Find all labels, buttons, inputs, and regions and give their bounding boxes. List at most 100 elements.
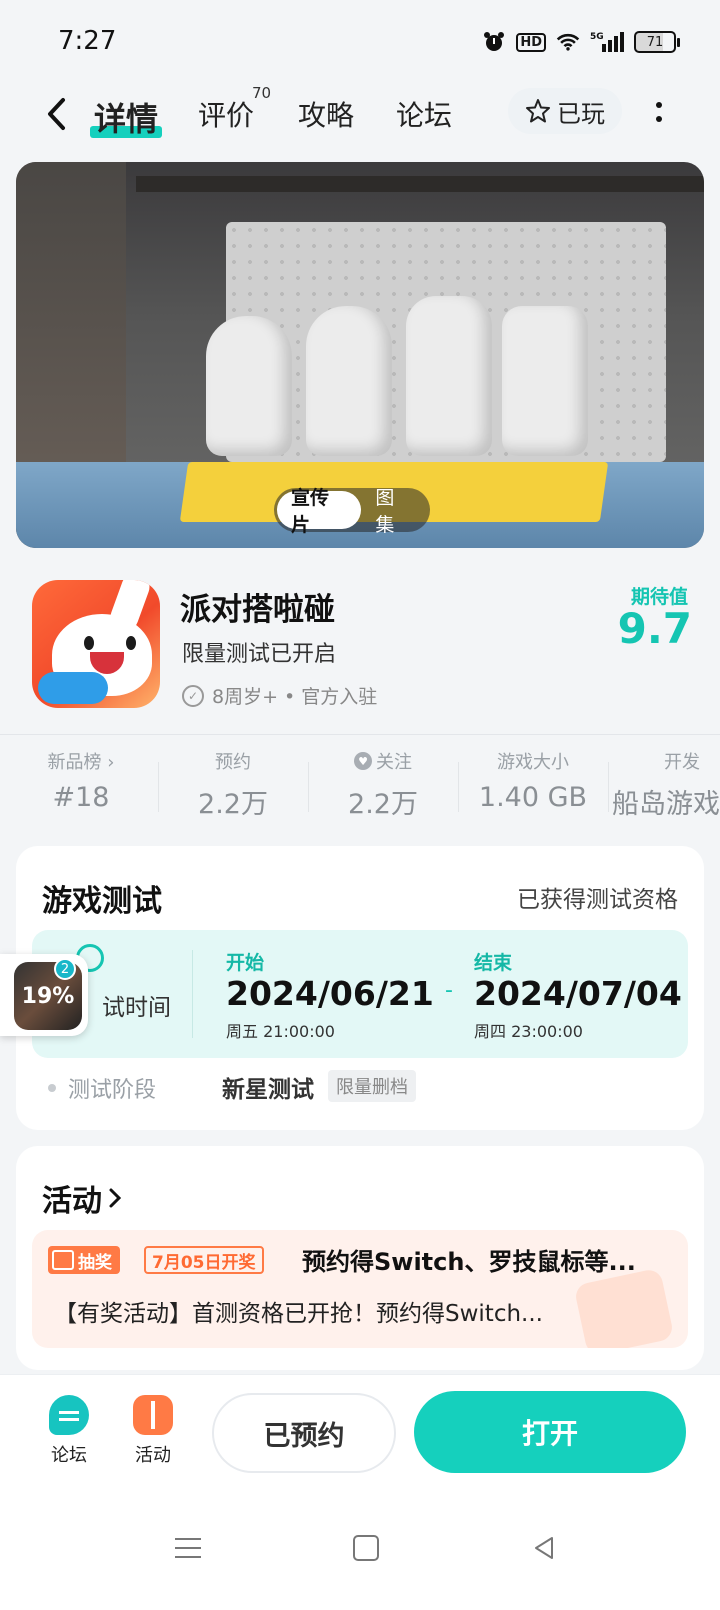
hd-icon: HD bbox=[516, 32, 546, 52]
alarm-icon bbox=[482, 30, 506, 54]
stat-reserve: 预约 2.2万 bbox=[158, 748, 308, 821]
tab-guide[interactable]: 攻略 bbox=[298, 94, 354, 134]
start-label: 开始 bbox=[226, 952, 265, 974]
more-button[interactable] bbox=[644, 92, 674, 132]
stat-follow-value: 2.2万 bbox=[348, 789, 418, 820]
toggle-gallery[interactable]: 图集 bbox=[361, 487, 427, 536]
test-title: 游戏测试 bbox=[42, 884, 162, 919]
triangle-back-icon bbox=[535, 1537, 553, 1559]
stat-reserve-value: 2.2万 bbox=[198, 789, 268, 820]
bottom-action-bar: 论坛 活动 已预约 打开 bbox=[0, 1374, 720, 1490]
stat-follow[interactable]: ♥ 关注 2.2万 bbox=[308, 748, 458, 821]
stat-reserve-label: 预约 bbox=[215, 752, 251, 773]
toggle-video[interactable]: 宣传片 bbox=[277, 487, 362, 536]
stat-developer-value: 船岛游戏 bbox=[612, 789, 720, 820]
phase-label: 测试阶段 bbox=[68, 1078, 157, 1103]
menu-icon bbox=[175, 1538, 201, 1540]
status-time: 7:27 bbox=[58, 26, 117, 56]
back-button[interactable] bbox=[36, 92, 76, 136]
media-banner[interactable]: 宣传片 图集 bbox=[16, 162, 704, 548]
test-qualification: 已获得测试资格 bbox=[517, 887, 678, 913]
stat-developer-label: 开发 bbox=[664, 752, 700, 773]
forum-button[interactable]: 论坛 bbox=[34, 1395, 104, 1467]
tab-forum[interactable]: 论坛 bbox=[396, 94, 452, 134]
game-test-card: 游戏测试 已获得测试资格 试时间 开始 2024/06/21 周五 21:00:… bbox=[16, 846, 704, 1130]
test-time-label: 试时间 bbox=[102, 995, 171, 1021]
home-button[interactable] bbox=[346, 1528, 386, 1568]
tab-detail-label: 详情 bbox=[94, 100, 159, 138]
open-button[interactable]: 打开 bbox=[414, 1391, 686, 1473]
download-count-badge: 2 bbox=[54, 958, 76, 980]
review-count-badge: 70 bbox=[252, 84, 272, 102]
nav-back-button[interactable] bbox=[524, 1528, 564, 1568]
stat-size: 游戏大小 1.40 GB bbox=[458, 748, 608, 813]
activity-title[interactable]: 活动 bbox=[42, 1176, 122, 1220]
start-date: 2024/06/21 bbox=[226, 974, 434, 1013]
activity-title-label: 活动 bbox=[42, 1184, 102, 1219]
game-subtitle: 限量测试已开启 bbox=[182, 642, 337, 667]
expect-score: 9.7 bbox=[617, 604, 692, 653]
header-nav: 详情 评价 70 攻略 论坛 已玩 bbox=[0, 80, 720, 150]
chevron-left-icon bbox=[48, 98, 65, 130]
activity-description: 【有奖活动】首测资格已开抢！预约得Switch... bbox=[54, 1301, 543, 1327]
stat-follow-label: 关注 bbox=[376, 752, 412, 773]
more-icon bbox=[656, 102, 662, 108]
played-label: 已玩 bbox=[557, 99, 605, 128]
end-date: 2024/07/04 bbox=[474, 974, 682, 1013]
game-meta-text: 8周岁+ • 官方入驻 bbox=[212, 686, 378, 708]
activity-item[interactable]: 抽奖 7月05日开奖 预约得Switch、罗技鼠标等... 【有奖活动】首测资格… bbox=[32, 1230, 688, 1348]
phase-tag: 限量删档 bbox=[328, 1070, 416, 1102]
start-time: 周五 21:00:00 bbox=[226, 1022, 335, 1041]
tab-review-label: 评价 bbox=[198, 99, 255, 132]
heart-icon: ♥ bbox=[354, 752, 372, 770]
game-title: 派对搭啦碰 bbox=[180, 592, 335, 628]
recent-apps-button[interactable] bbox=[168, 1528, 208, 1568]
status-bar: 7:27 HD 5G 71 bbox=[0, 0, 720, 80]
signal-icon: 5G bbox=[590, 30, 624, 54]
stat-rank-value: #18 bbox=[52, 782, 110, 813]
star-icon bbox=[526, 99, 550, 123]
chevron-right-icon bbox=[109, 1188, 122, 1208]
figure-image bbox=[406, 296, 492, 456]
game-icon bbox=[32, 580, 160, 708]
stat-size-value: 1.40 GB bbox=[478, 782, 588, 813]
tab-detail[interactable]: 详情 bbox=[90, 94, 163, 140]
forum-label: 论坛 bbox=[51, 1445, 87, 1466]
figure-image bbox=[306, 306, 392, 456]
played-button[interactable]: 已玩 bbox=[508, 88, 622, 134]
end-time: 周四 23:00:00 bbox=[474, 1022, 583, 1041]
stat-rank-label: 新品榜 › bbox=[47, 752, 115, 773]
reserved-button[interactable]: 已预约 bbox=[212, 1393, 396, 1473]
phase-dot bbox=[48, 1084, 56, 1092]
check-circle-icon: ✓ bbox=[182, 684, 204, 707]
system-nav-bar bbox=[0, 1490, 720, 1610]
activity-headline: 预约得Switch、罗技鼠标等... bbox=[302, 1248, 636, 1276]
network-label: 5G bbox=[590, 32, 604, 42]
stat-rank[interactable]: 新品榜 › #18 bbox=[6, 748, 156, 813]
gift-icon bbox=[133, 1395, 173, 1435]
phase-value: 新星测试 bbox=[222, 1077, 314, 1103]
test-time-box: 试时间 开始 2024/06/21 周五 21:00:00 - 结束 2024/… bbox=[32, 930, 688, 1058]
divider bbox=[0, 734, 720, 735]
wifi-icon bbox=[556, 30, 580, 54]
figure-image bbox=[206, 316, 292, 456]
activity-card: 活动 抽奖 7月05日开奖 预约得Switch、罗技鼠标等... 【有奖活动】首… bbox=[16, 1146, 704, 1370]
gift-icon bbox=[52, 1250, 74, 1270]
floating-download-widget[interactable]: 19% 2 bbox=[0, 954, 88, 1036]
date-separator: - bbox=[445, 978, 453, 1003]
battery-level: 71 bbox=[634, 31, 676, 53]
chat-bubble-icon bbox=[49, 1395, 89, 1435]
lottery-tag: 抽奖 bbox=[48, 1246, 120, 1274]
activity-button[interactable]: 活动 bbox=[118, 1395, 188, 1467]
tab-review[interactable]: 评价 70 bbox=[198, 84, 271, 134]
figure-image bbox=[502, 306, 588, 456]
draw-date-tag: 7月05日开奖 bbox=[144, 1246, 264, 1274]
stats-row: 新品榜 › #18 预约 2.2万 ♥ 关注 2.2万 游戏大小 1.40 GB… bbox=[0, 748, 720, 828]
stat-size-label: 游戏大小 bbox=[497, 752, 569, 773]
end-label: 结束 bbox=[474, 952, 513, 974]
square-icon bbox=[353, 1535, 379, 1561]
lottery-tag-label: 抽奖 bbox=[78, 1252, 112, 1273]
status-icons: HD 5G 71 bbox=[482, 30, 680, 54]
media-toggle: 宣传片 图集 bbox=[274, 487, 430, 536]
stat-developer[interactable]: 开发 船岛游戏 bbox=[612, 748, 720, 821]
